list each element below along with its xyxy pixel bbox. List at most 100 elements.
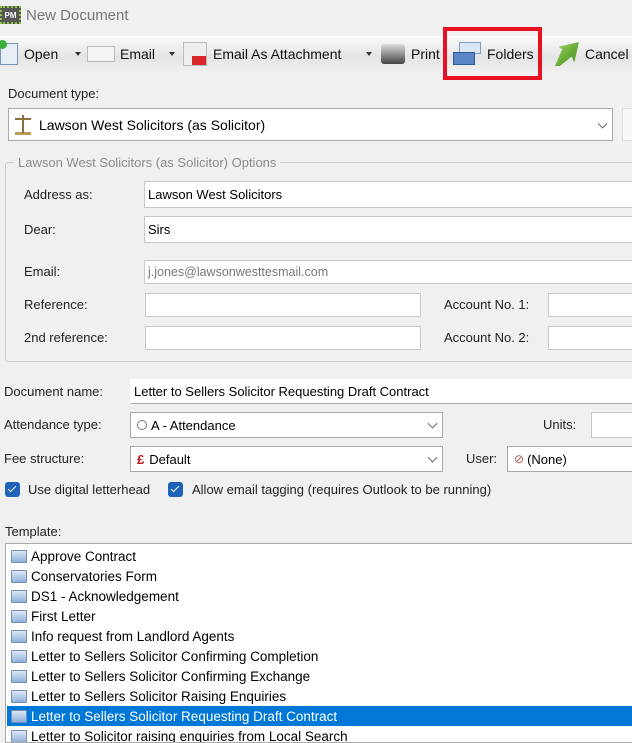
- document-type-label: Document type:: [8, 86, 99, 101]
- template-list-item[interactable]: Letter to Sellers Solicitor Confirming E…: [7, 666, 632, 686]
- document-template-icon: [11, 710, 27, 723]
- account-no-2-input[interactable]: [548, 326, 632, 350]
- attendance-type-select[interactable]: A - Attendance: [130, 412, 443, 438]
- document-type-select[interactable]: Lawson West Solicitors (as Solicitor): [8, 108, 613, 141]
- template-list-item[interactable]: Approve Contract: [7, 546, 632, 566]
- template-list[interactable]: Approve Contract Conservatories Form DS1 -…: [5, 543, 632, 743]
- attachment-dropdown-arrow[interactable]: [366, 52, 372, 56]
- open-button[interactable]: Open: [0, 36, 58, 72]
- template-item-label: Letter to Solicitor raising enquiries fr…: [31, 729, 348, 743]
- address-as-label: Address as:: [24, 187, 93, 202]
- user-value: (None): [527, 452, 567, 467]
- second-reference-input[interactable]: [145, 326, 421, 350]
- second-reference-label: 2nd reference:: [24, 330, 108, 345]
- none-icon: ⊘: [514, 452, 524, 466]
- open-document-icon: [0, 43, 18, 65]
- document-template-icon: [11, 670, 27, 683]
- dear-value: Sirs: [148, 222, 170, 237]
- template-list-item[interactable]: First Letter: [7, 606, 632, 626]
- template-item-label: Letter to Sellers Solicitor Confirming E…: [31, 669, 310, 684]
- template-list-item[interactable]: Letter to Sellers Solicitor Requesting D…: [7, 706, 632, 726]
- email-button[interactable]: Email: [87, 36, 155, 72]
- template-list-item[interactable]: Conservatories Form: [7, 566, 632, 586]
- attendance-type-label: Attendance type:: [4, 417, 102, 432]
- attendance-type-value: A - Attendance: [151, 418, 236, 433]
- document-template-icon: [11, 590, 27, 603]
- dear-label: Dear:: [24, 222, 56, 237]
- cancel-label: Cancel: [585, 46, 629, 62]
- email-tagging-checkbox[interactable]: [168, 482, 183, 497]
- dear-input[interactable]: Sirs: [144, 216, 632, 243]
- template-list-item[interactable]: DS1 - Acknowledgement: [7, 586, 632, 606]
- units-input[interactable]: [591, 412, 632, 438]
- open-label: Open: [24, 46, 58, 62]
- email-tagging-label: Allow email tagging (requires Outlook to…: [192, 482, 491, 497]
- user-select[interactable]: ⊘ (None): [507, 446, 632, 472]
- address-as-input[interactable]: Lawson West Solicitors: [144, 181, 632, 208]
- reference-input[interactable]: [145, 293, 421, 317]
- address-as-value: Lawson West Solicitors: [148, 187, 282, 202]
- envelope-icon: [87, 46, 115, 62]
- template-item-label: Approve Contract: [31, 549, 136, 564]
- reference-label: Reference:: [24, 297, 88, 312]
- email-input[interactable]: j.jones@lawsonwesttesmail.com: [144, 260, 632, 284]
- circle-icon: [137, 420, 147, 430]
- document-name-label: Document name:: [4, 384, 103, 399]
- printer-icon: [381, 44, 405, 64]
- document-name-input[interactable]: Letter to Sellers Solicitor Requesting D…: [130, 379, 632, 404]
- template-list-item[interactable]: Info request from Landlord Agents: [7, 626, 632, 646]
- account-no-1-input[interactable]: [548, 293, 632, 317]
- document-template-icon: [11, 630, 27, 643]
- print-label: Print: [411, 46, 440, 62]
- cancel-arrow-icon: [555, 42, 579, 66]
- document-template-icon: [11, 650, 27, 663]
- pound-icon: £: [137, 452, 144, 467]
- document-template-icon: [11, 690, 27, 703]
- template-list-item[interactable]: Letter to Sellers Solicitor Raising Enqu…: [7, 686, 632, 706]
- fee-structure-select[interactable]: £ Default: [130, 446, 443, 472]
- document-type-side-button[interactable]: [622, 108, 632, 141]
- app-icon: PM: [0, 6, 21, 24]
- template-item-label: Info request from Landlord Agents: [31, 629, 234, 644]
- account-no-2-label: Account No. 2:: [444, 330, 529, 345]
- open-dropdown-arrow[interactable]: [75, 52, 81, 56]
- chevron-down-icon: [598, 118, 608, 128]
- scales-icon: [15, 115, 31, 135]
- units-label: Units:: [543, 417, 576, 432]
- cancel-button[interactable]: Cancel: [555, 36, 629, 72]
- folders-highlight-box: [443, 27, 542, 80]
- fee-structure-value: Default: [149, 452, 190, 467]
- app-icon-text: PM: [5, 11, 17, 20]
- window-title: New Document: [26, 7, 129, 24]
- email-value: j.jones@lawsonwesttesmail.com: [148, 265, 328, 279]
- email-label: Email:: [24, 264, 60, 279]
- document-name-value: Letter to Sellers Solicitor Requesting D…: [134, 384, 429, 399]
- print-button[interactable]: Print: [381, 36, 440, 72]
- email-as-attachment-label: Email As Attachment: [213, 46, 341, 62]
- email-dropdown-arrow[interactable]: [169, 52, 175, 56]
- chevron-down-icon: [428, 453, 438, 463]
- template-item-label: Letter to Sellers Solicitor Raising Enqu…: [31, 689, 286, 704]
- document-type-value: Lawson West Solicitors (as Solicitor): [39, 117, 265, 133]
- fee-structure-label: Fee structure:: [4, 451, 84, 466]
- user-label: User:: [466, 451, 497, 466]
- email-as-attachment-button[interactable]: Email As Attachment: [183, 36, 341, 72]
- template-item-label: Letter to Sellers Solicitor Confirming C…: [31, 649, 318, 664]
- template-item-label: First Letter: [31, 609, 96, 624]
- document-template-icon: [11, 550, 27, 563]
- options-legend: Lawson West Solicitors (as Solicitor) Op…: [14, 155, 280, 170]
- template-item-label: Letter to Sellers Solicitor Requesting D…: [31, 709, 337, 724]
- account-no-1-label: Account No. 1:: [444, 297, 529, 312]
- template-list-item[interactable]: Letter to Sellers Solicitor Confirming C…: [7, 646, 632, 666]
- email-label: Email: [120, 46, 155, 62]
- template-label: Template:: [5, 524, 61, 539]
- document-template-icon: [11, 730, 27, 743]
- template-item-label: Conservatories Form: [31, 569, 157, 584]
- digital-letterhead-checkbox[interactable]: [5, 482, 20, 497]
- document-template-icon: [11, 570, 27, 583]
- template-item-label: DS1 - Acknowledgement: [31, 589, 179, 604]
- document-template-icon: [11, 610, 27, 623]
- chevron-down-icon: [428, 419, 438, 429]
- digital-letterhead-label: Use digital letterhead: [28, 482, 150, 497]
- pdf-icon: [183, 42, 207, 66]
